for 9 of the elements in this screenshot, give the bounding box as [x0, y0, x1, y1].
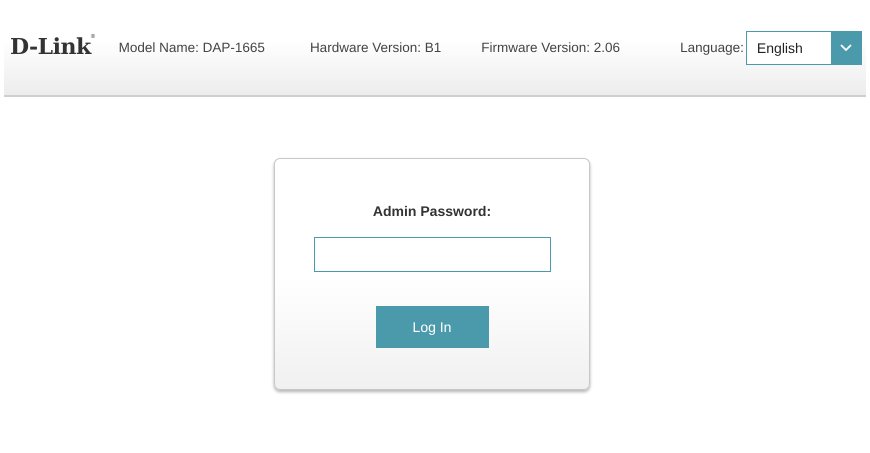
chevron-down-icon — [840, 44, 852, 52]
logo: D-Link$^{®}$ — [10, 34, 95, 60]
password-label: Admin Password: — [372, 203, 492, 219]
firmware-version: Firmware Version: 2.06 — [481, 40, 620, 55]
language-select[interactable]: English — [746, 30, 862, 64]
language-label: Language: — [680, 40, 744, 55]
hardware-version: Hardware Version: B1 — [310, 40, 442, 55]
password-field[interactable] — [314, 237, 550, 272]
model-name: Model Name: DAP-1665 — [118, 40, 265, 55]
